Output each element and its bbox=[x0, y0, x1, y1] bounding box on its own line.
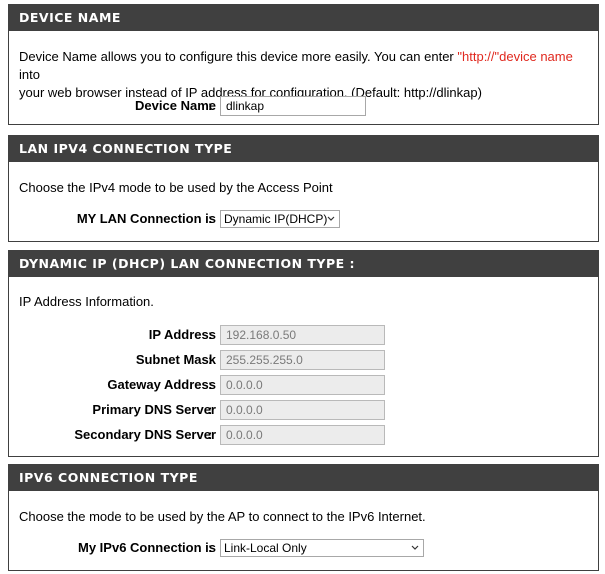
dhcp-section: DYNAMIC IP (DHCP) LAN CONNECTION TYPE : … bbox=[8, 250, 599, 457]
ipv6-connection-row: My IPv6 Connection is : Link-Local Only bbox=[9, 538, 598, 558]
subnet-mask-label: Subnet Mask bbox=[135, 352, 216, 367]
lan-connection-row: MY LAN Connection is : Dynamic IP(DHCP) bbox=[9, 209, 598, 229]
device-name-url-hint: "http://"device name bbox=[457, 49, 573, 64]
ip-address-row: IP Address : 192.168.0.50 bbox=[9, 325, 598, 345]
separator: : bbox=[208, 402, 213, 417]
chevron-down-icon bbox=[327, 216, 335, 221]
device-name-row: Device Name : dlinkap bbox=[9, 96, 598, 116]
separator: : bbox=[208, 427, 213, 442]
section-description: IP Address Information. bbox=[19, 294, 154, 309]
ip-address-field: 192.168.0.50 bbox=[220, 325, 385, 345]
separator: : bbox=[208, 327, 213, 342]
chevron-down-icon bbox=[411, 545, 419, 550]
ipv6-connection-label: My IPv6 Connection is bbox=[78, 540, 216, 555]
section-description: Device Name allows you to configure this… bbox=[19, 48, 588, 102]
gateway-address-field: 0.0.0.0 bbox=[220, 375, 385, 395]
section-description: Choose the mode to be used by the AP to … bbox=[19, 509, 426, 524]
primary-dns-row: Primary DNS Server : 0.0.0.0 bbox=[9, 400, 598, 420]
gateway-address-row: Gateway Address : 0.0.0.0 bbox=[9, 375, 598, 395]
separator: : bbox=[208, 352, 213, 367]
device-name-input[interactable]: dlinkap bbox=[220, 96, 366, 116]
lan-connection-selected-value: Dynamic IP(DHCP) bbox=[224, 212, 328, 226]
section-header: DEVICE NAME bbox=[9, 5, 598, 31]
section-header: LAN IPV4 CONNECTION TYPE bbox=[9, 136, 598, 162]
primary-dns-field: 0.0.0.0 bbox=[220, 400, 385, 420]
gateway-address-label: Gateway Address bbox=[107, 377, 216, 392]
secondary-dns-label: Secondary DNS Server bbox=[74, 427, 216, 442]
secondary-dns-row: Secondary DNS Server : 0.0.0.0 bbox=[9, 425, 598, 445]
section-description: Choose the IPv4 mode to be used by the A… bbox=[19, 180, 333, 195]
lan-connection-select[interactable]: Dynamic IP(DHCP) bbox=[220, 210, 340, 228]
primary-dns-label: Primary DNS Server bbox=[92, 402, 216, 417]
description-text: Device Name allows you to configure this… bbox=[19, 49, 458, 64]
ipv6-connection-selected-value: Link-Local Only bbox=[224, 541, 307, 555]
ipv6-connection-select[interactable]: Link-Local Only bbox=[220, 539, 424, 557]
subnet-mask-field: 255.255.255.0 bbox=[220, 350, 385, 370]
separator: : bbox=[208, 211, 213, 226]
separator: : bbox=[208, 540, 213, 555]
device-name-label: Device Name bbox=[135, 98, 216, 113]
separator: : bbox=[208, 377, 213, 392]
device-name-section: DEVICE NAME Device Name allows you to co… bbox=[8, 4, 599, 125]
lan-ipv4-section: LAN IPV4 CONNECTION TYPE Choose the IPv4… bbox=[8, 135, 599, 242]
ipv6-section: IPV6 CONNECTION TYPE Choose the mode to … bbox=[8, 464, 599, 571]
subnet-mask-row: Subnet Mask : 255.255.255.0 bbox=[9, 350, 598, 370]
secondary-dns-field: 0.0.0.0 bbox=[220, 425, 385, 445]
section-header: DYNAMIC IP (DHCP) LAN CONNECTION TYPE : bbox=[9, 251, 598, 277]
separator: : bbox=[208, 98, 213, 113]
description-text: into bbox=[19, 67, 40, 82]
section-header: IPV6 CONNECTION TYPE bbox=[9, 465, 598, 491]
lan-connection-label: MY LAN Connection is bbox=[76, 211, 216, 226]
ip-address-label: IP Address bbox=[148, 327, 216, 342]
